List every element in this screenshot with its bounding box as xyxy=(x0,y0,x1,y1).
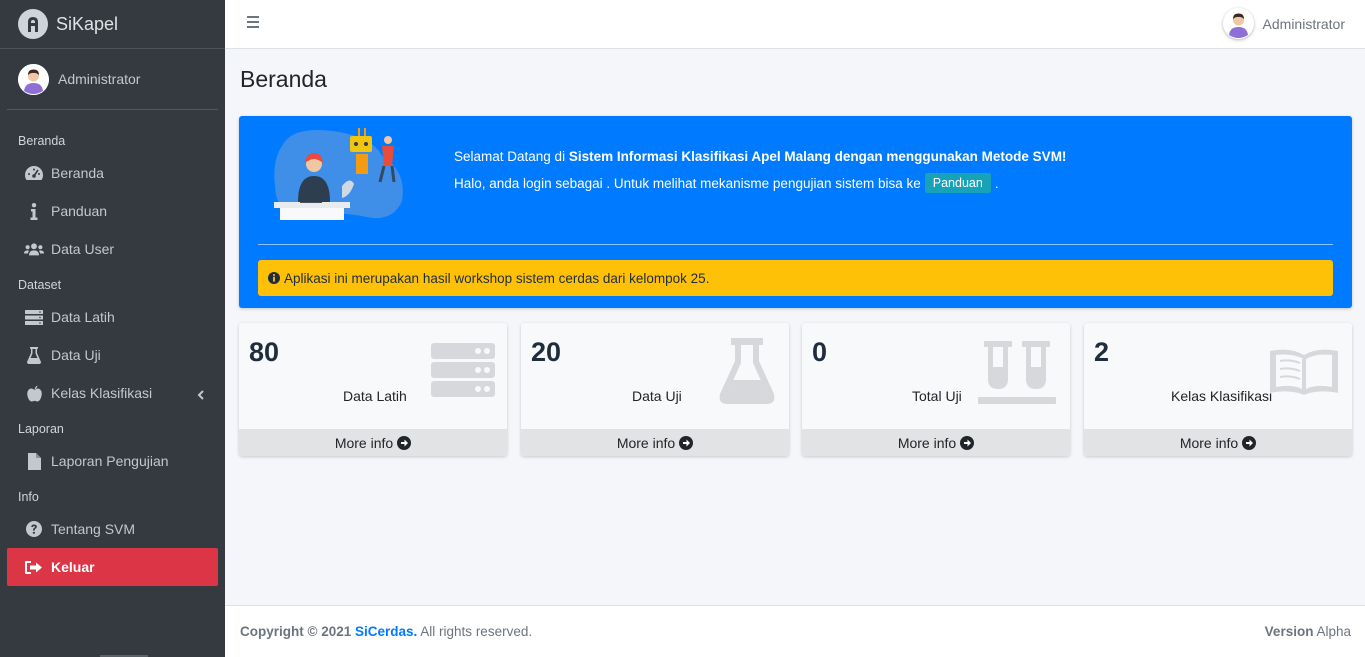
server-icon xyxy=(24,308,44,326)
sidebar-user-name: Administrator xyxy=(58,71,141,87)
version-value: Alpha xyxy=(1316,624,1351,639)
more-info-label: More info xyxy=(334,434,394,451)
apple-icon xyxy=(24,384,44,402)
sidebar-item-label: Data Latih xyxy=(51,309,115,325)
alert-text: Aplikasi ini merupakan hasil workshop si… xyxy=(284,270,710,286)
greeting-prefix: Selamat Datang di xyxy=(454,149,569,164)
stat-box-data-latih: 80 Data Latih More info xyxy=(239,323,507,456)
stat-value: 80 xyxy=(249,337,280,367)
flask-icon xyxy=(24,346,44,364)
login-info-suffix: . xyxy=(994,175,999,191)
info-circle-icon xyxy=(268,272,280,284)
nav-header-beranda: Beranda xyxy=(18,134,66,148)
sidebar-item-data-uji[interactable]: Data Uji xyxy=(7,336,218,374)
sidebar-item-beranda[interactable]: Beranda xyxy=(7,154,218,192)
sidebar-item-label: Beranda xyxy=(51,165,104,181)
vials-icon xyxy=(978,341,1058,408)
stat-label: Total Uji xyxy=(912,388,962,404)
top-user-avatar xyxy=(1222,8,1254,39)
sidebar-item-tentang-svm[interactable]: Tentang SVM xyxy=(7,510,218,548)
top-navbar: Administrator xyxy=(225,0,1365,49)
more-info-link[interactable]: More info xyxy=(1084,429,1352,456)
arrow-circle-right-icon xyxy=(960,435,975,450)
sidebar-item-label: Kelas Klasifikasi xyxy=(51,385,153,401)
sidebar: SiKapel Administrator Beranda Beranda Pa… xyxy=(0,0,225,657)
sidebar-item-panduan[interactable]: Panduan xyxy=(7,192,218,230)
footer-copyright: Copyright © 2021 SiCerdas. All rights re… xyxy=(240,624,532,639)
sidebar-item-label: Laporan Pengujian xyxy=(51,453,169,469)
user-avatar xyxy=(18,63,49,95)
users-icon xyxy=(24,240,44,258)
sidebar-user-panel[interactable]: Administrator xyxy=(7,49,218,110)
login-info-text: Halo, anda login sebagai . Untuk melihat… xyxy=(454,175,921,191)
server-icon xyxy=(431,339,495,402)
top-user-name: Administrator xyxy=(1262,15,1345,32)
brand-name: SiKapel xyxy=(56,13,119,34)
sidebar-item-label: Data User xyxy=(51,241,115,257)
rights-text: All rights reserved. xyxy=(420,624,533,639)
stat-label: Data Uji xyxy=(632,388,682,404)
info-alert: Aplikasi ini merupakan hasil workshop si… xyxy=(258,260,1333,296)
dashboard-icon xyxy=(24,164,44,182)
menu-toggle-icon[interactable] xyxy=(247,16,259,28)
arrow-circle-right-icon xyxy=(1242,435,1257,450)
more-info-label: More info xyxy=(897,434,957,451)
brand-link[interactable]: SiKapel xyxy=(0,0,225,49)
sidebar-item-label: Panduan xyxy=(51,203,108,219)
footer-brand-link[interactable]: SiCerdas. xyxy=(355,624,417,639)
more-info-link[interactable]: More info xyxy=(802,429,1070,456)
more-info-label: More info xyxy=(616,434,676,451)
stat-box-kelas-klasifikasi: 2 Kelas Klasifikasi More info xyxy=(1084,323,1352,456)
book-open-icon xyxy=(1270,347,1338,400)
nav-header-laporan: Laporan xyxy=(18,422,64,436)
sign-out-icon xyxy=(24,558,44,576)
stat-value: 0 xyxy=(812,337,828,367)
question-icon xyxy=(24,520,44,538)
welcome-greeting: Selamat Datang di Sistem Informasi Klasi… xyxy=(454,149,1066,164)
stat-label: Data Latih xyxy=(343,388,407,404)
more-info-link[interactable]: More info xyxy=(521,429,789,456)
welcome-login-info: Halo, anda login sebagai . Untuk melihat… xyxy=(454,173,999,193)
arrow-circle-right-icon xyxy=(397,435,412,450)
sidebar-item-keluar[interactable]: Keluar xyxy=(7,548,218,586)
greeting-app-name: Sistem Informasi Klasifikasi Apel Malang… xyxy=(568,149,1067,164)
copyright-text: Copyright © 2021 xyxy=(240,624,352,639)
more-info-label: More info xyxy=(1179,434,1239,451)
chevron-left-icon xyxy=(197,387,204,403)
info-icon xyxy=(24,202,44,220)
file-icon xyxy=(24,452,44,470)
welcome-illustration xyxy=(272,126,412,224)
sidebar-item-label: Tentang SVM xyxy=(51,521,136,537)
sidebar-item-label: Data Uji xyxy=(51,347,101,363)
sidebar-item-kelas-klasifikasi[interactable]: Kelas Klasifikasi xyxy=(7,374,218,412)
arrow-circle-right-icon xyxy=(679,435,694,450)
welcome-divider xyxy=(258,244,1333,245)
nav-header-dataset: Dataset xyxy=(18,278,62,292)
welcome-card: Selamat Datang di Sistem Informasi Klasi… xyxy=(239,116,1352,308)
page-title: Beranda xyxy=(240,66,327,92)
footer-version: Version Alpha xyxy=(1265,624,1351,639)
page-footer: Copyright © 2021 SiCerdas. All rights re… xyxy=(225,605,1365,657)
flask-icon xyxy=(719,338,775,407)
sidebar-item-label: Keluar xyxy=(51,559,95,575)
stat-value: 20 xyxy=(531,337,562,367)
sidebar-nav: Beranda Beranda Panduan Data User Datase… xyxy=(0,110,225,586)
version-label: Version xyxy=(1264,624,1314,639)
more-info-link[interactable]: More info xyxy=(239,429,507,456)
top-user-menu[interactable]: Administrator xyxy=(1222,8,1345,39)
nav-header-info: Info xyxy=(18,490,39,504)
stat-box-total-uji: 0 Total Uji More info xyxy=(802,323,1070,456)
stat-label: Kelas Klasifikasi xyxy=(1171,388,1273,404)
stat-box-data-uji: 20 Data Uji More info xyxy=(521,323,789,456)
brand-logo-icon xyxy=(18,9,48,39)
sidebar-item-data-latih[interactable]: Data Latih xyxy=(7,298,218,336)
sidebar-item-data-user[interactable]: Data User xyxy=(7,230,218,268)
panduan-button[interactable]: Panduan xyxy=(924,173,991,193)
sidebar-item-laporan-pengujian[interactable]: Laporan Pengujian xyxy=(7,442,218,480)
stat-value: 2 xyxy=(1094,337,1110,367)
